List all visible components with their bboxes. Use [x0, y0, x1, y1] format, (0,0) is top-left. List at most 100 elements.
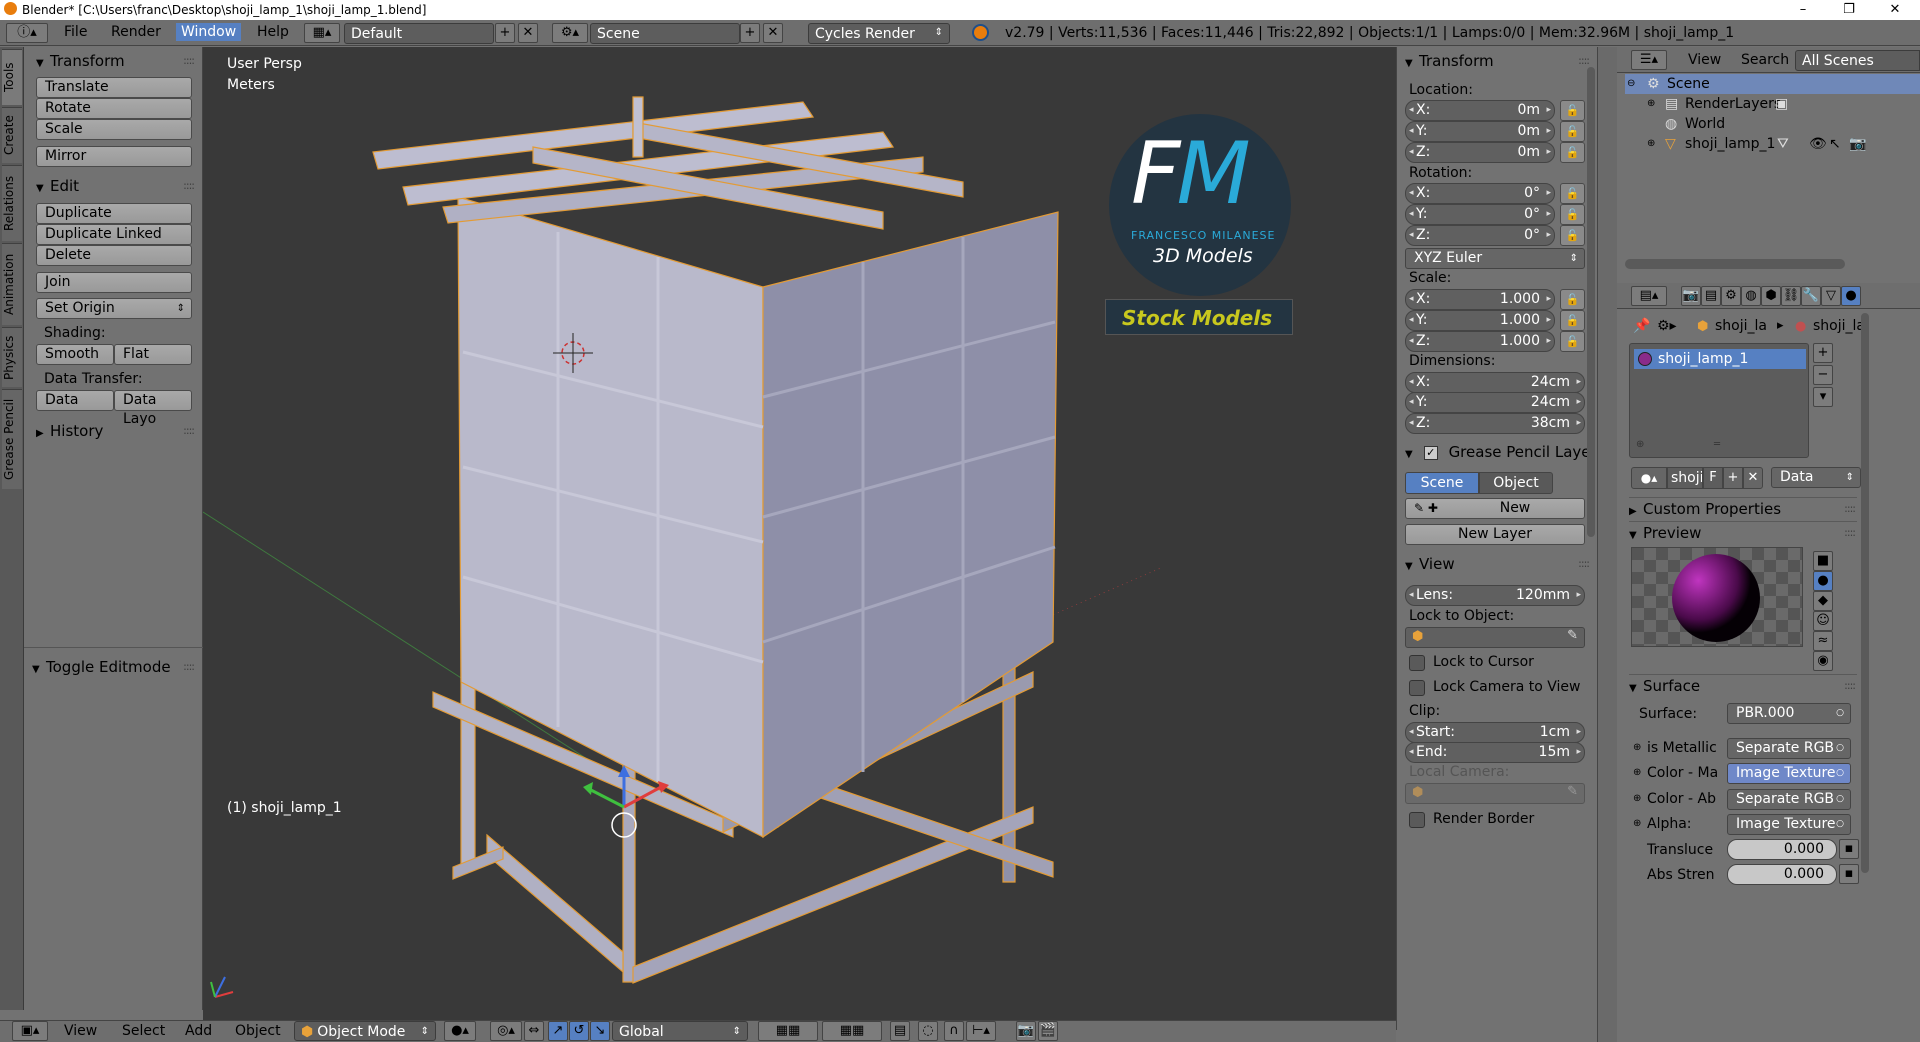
material-slot-row[interactable]: shoji_lamp_1 — [1634, 349, 1806, 369]
grease-pencil-checkbox[interactable]: ✓ — [1423, 445, 1438, 460]
set-origin-select[interactable]: Set Origin ⇕ — [36, 298, 192, 319]
smooth-button[interactable]: Smooth — [36, 344, 114, 365]
dimension-y-field[interactable]: ◂ Y: 24cm ▸ — [1405, 392, 1585, 413]
tab-tools[interactable]: Tools — [2, 49, 22, 105]
expand-icon[interactable]: ⊕ — [1647, 134, 1655, 154]
drag-grip-icon[interactable]: :::: — [183, 420, 195, 442]
mirror-button[interactable]: Mirror — [36, 146, 192, 167]
gp-scene-toggle[interactable]: Scene — [1405, 472, 1479, 494]
minimize-button[interactable]: – — [1780, 0, 1826, 20]
transform-panel-header[interactable]: ▼ Transform :::: — [1405, 50, 1591, 72]
rotation-z-field[interactable]: ◂ Z: 0° ▸ — [1405, 225, 1555, 246]
remove-scene-button[interactable]: ✕ — [763, 23, 783, 43]
snap-icon[interactable]: ∩ — [944, 1021, 964, 1041]
manipulator-toggle-icon[interactable]: ⇔ — [524, 1021, 544, 1041]
add-scene-button[interactable]: + — [740, 23, 760, 43]
delete-button[interactable]: Delete — [36, 245, 192, 266]
translucency-slider[interactable]: 0.000 — [1727, 839, 1837, 860]
render-border-checkbox[interactable] — [1409, 812, 1425, 828]
area-separator[interactable] — [1597, 47, 1617, 1042]
input-color-ab-select[interactable]: Separate RGB ○ — [1727, 789, 1851, 810]
lens-field[interactable]: ◂ Lens: 120mm ▸ — [1405, 585, 1585, 606]
screen-layout-icon[interactable]: ▦▴ — [304, 23, 340, 43]
material-slot-list[interactable]: shoji_lamp_1 ⊕ ═ — [1629, 343, 1809, 458]
lock-rotation-x-icon[interactable]: 🔓 — [1560, 183, 1585, 204]
shoji-lamp-model[interactable] — [372, 96, 1059, 984]
lock-location-x-icon[interactable]: 🔓 — [1560, 100, 1585, 121]
render-opengl-icon[interactable]: 📷 — [1016, 1021, 1036, 1041]
tab-modifiers-icon[interactable]: 🔧 — [1801, 286, 1821, 306]
scale-manipulator-icon[interactable]: ↘ — [590, 1021, 610, 1041]
list-grip-icon[interactable]: ═ — [1714, 439, 1720, 450]
grease-pencil-panel-header[interactable]: ▼ ✓ Grease Pencil Layer — [1405, 441, 1593, 463]
location-z-field[interactable]: ◂ Z: 0m ▸ — [1405, 142, 1555, 163]
outliner-scrollbar[interactable] — [1625, 259, 1845, 269]
flat-button[interactable]: Flat — [114, 344, 192, 365]
tab-physics[interactable]: Physics — [2, 327, 22, 387]
gp-object-toggle[interactable]: Object — [1479, 472, 1553, 494]
collapse-icon[interactable]: ⊖ — [1627, 74, 1635, 94]
duplicate-linked-button[interactable]: Duplicate Linked — [36, 224, 192, 245]
preview-flat-icon[interactable]: ■ — [1813, 551, 1833, 571]
lock-camera-checkbox[interactable] — [1409, 680, 1425, 696]
editor-type-outliner-button[interactable]: ☰▴ — [1631, 50, 1667, 70]
scene-field[interactable]: Scene — [590, 23, 740, 44]
fake-user-toggle[interactable]: F — [1703, 467, 1723, 489]
drag-grip-icon[interactable]: :::: — [1578, 553, 1590, 575]
dimension-z-field[interactable]: ◂ Z: 38cm ▸ — [1405, 413, 1585, 434]
shading-select[interactable]: ●▴ — [444, 1021, 476, 1041]
menu-file[interactable]: File — [64, 24, 87, 40]
tab-create[interactable]: Create — [2, 107, 22, 163]
toggle-editmode-header[interactable]: ▼ Toggle Editmode :::: — [32, 656, 196, 678]
rotation-x-field[interactable]: ◂ X: 0° ▸ — [1405, 183, 1555, 204]
edit-panel-header[interactable]: ▼ Edit :::: — [36, 175, 196, 197]
material-browse-button[interactable]: ●▴ — [1631, 467, 1667, 489]
drag-grip-icon[interactable]: :::: — [183, 175, 195, 197]
preview-cube-icon[interactable]: ◆ — [1813, 591, 1833, 611]
tab-object-icon[interactable]: ⬢ — [1761, 286, 1781, 306]
tab-render-icon[interactable]: 📷 — [1681, 286, 1701, 306]
translate-manipulator-icon[interactable]: ↗ — [548, 1021, 568, 1041]
add-layout-button[interactable]: + — [495, 23, 515, 43]
pivot-select[interactable]: ◎▴ — [490, 1021, 522, 1041]
lock-scale-y-icon[interactable]: 🔓 — [1560, 310, 1585, 331]
eyedropper-icon[interactable]: ✎ — [1567, 628, 1578, 643]
location-y-field[interactable]: ◂ Y: 0m ▸ — [1405, 121, 1555, 142]
selectability-cursor-icon[interactable]: ↖ — [1829, 134, 1841, 154]
tab-constraints-icon[interactable]: ⛓ — [1781, 286, 1801, 306]
preview-hair-icon[interactable]: ≈ — [1813, 631, 1833, 651]
add-slot-button[interactable]: + — [1813, 343, 1833, 363]
render-animation-icon[interactable]: 🎬 — [1038, 1021, 1058, 1041]
preview-header[interactable]: ▼ Preview :::: — [1629, 521, 1857, 543]
object-menu[interactable]: Object — [235, 1023, 281, 1039]
new-material-icon[interactable]: + — [1723, 467, 1743, 489]
data-layout-button[interactable]: Data Layo — [114, 390, 192, 427]
3d-viewport[interactable]: User Persp Meters FM FRANCESCO MILANESE … — [203, 47, 1396, 1030]
expand-icon[interactable]: ⊕ — [1647, 94, 1655, 114]
lock-location-y-icon[interactable]: 🔓 — [1560, 121, 1585, 142]
duplicate-button[interactable]: Duplicate — [36, 203, 192, 224]
lock-scale-x-icon[interactable]: 🔓 — [1560, 289, 1585, 310]
properties-scrollbar[interactable] — [1861, 313, 1869, 873]
rotate-manipulator-icon[interactable]: ↺ — [569, 1021, 589, 1041]
preview-sphere-icon[interactable]: ● — [1813, 571, 1833, 591]
screen-layout-field[interactable]: Default — [344, 23, 494, 44]
tab-data-icon[interactable]: ▽ — [1821, 286, 1841, 306]
input-expand-icon[interactable]: ⊕ — [1633, 742, 1641, 753]
list-resize-icon[interactable]: ⊕ — [1636, 439, 1644, 450]
drag-grip-icon[interactable]: :::: — [1844, 498, 1856, 520]
tab-material-icon[interactable]: ● — [1841, 286, 1861, 306]
mode-select[interactable]: ⬢ Object Mode ⇕ — [294, 1021, 436, 1041]
maximize-button[interactable]: ❐ — [1826, 0, 1872, 20]
rotate-button[interactable]: Rotate — [36, 98, 192, 119]
scene-icon[interactable]: ⚙▴ — [552, 23, 588, 43]
transform-panel-header[interactable]: ▼ Transform :::: — [36, 50, 196, 72]
input-color-ma-select[interactable]: Image Texture ○ — [1727, 763, 1851, 784]
menu-help[interactable]: Help — [257, 24, 289, 40]
abs-strength-slider[interactable]: 0.000 — [1727, 864, 1837, 885]
menu-render[interactable]: Render — [111, 24, 161, 40]
view-menu[interactable]: View — [64, 1023, 97, 1039]
editor-type-3dview-button[interactable]: ▣▴ — [12, 1021, 48, 1041]
input-metallic-select[interactable]: Separate RGB ○ — [1727, 738, 1851, 759]
lock-rotation-y-icon[interactable]: 🔓 — [1560, 204, 1585, 225]
